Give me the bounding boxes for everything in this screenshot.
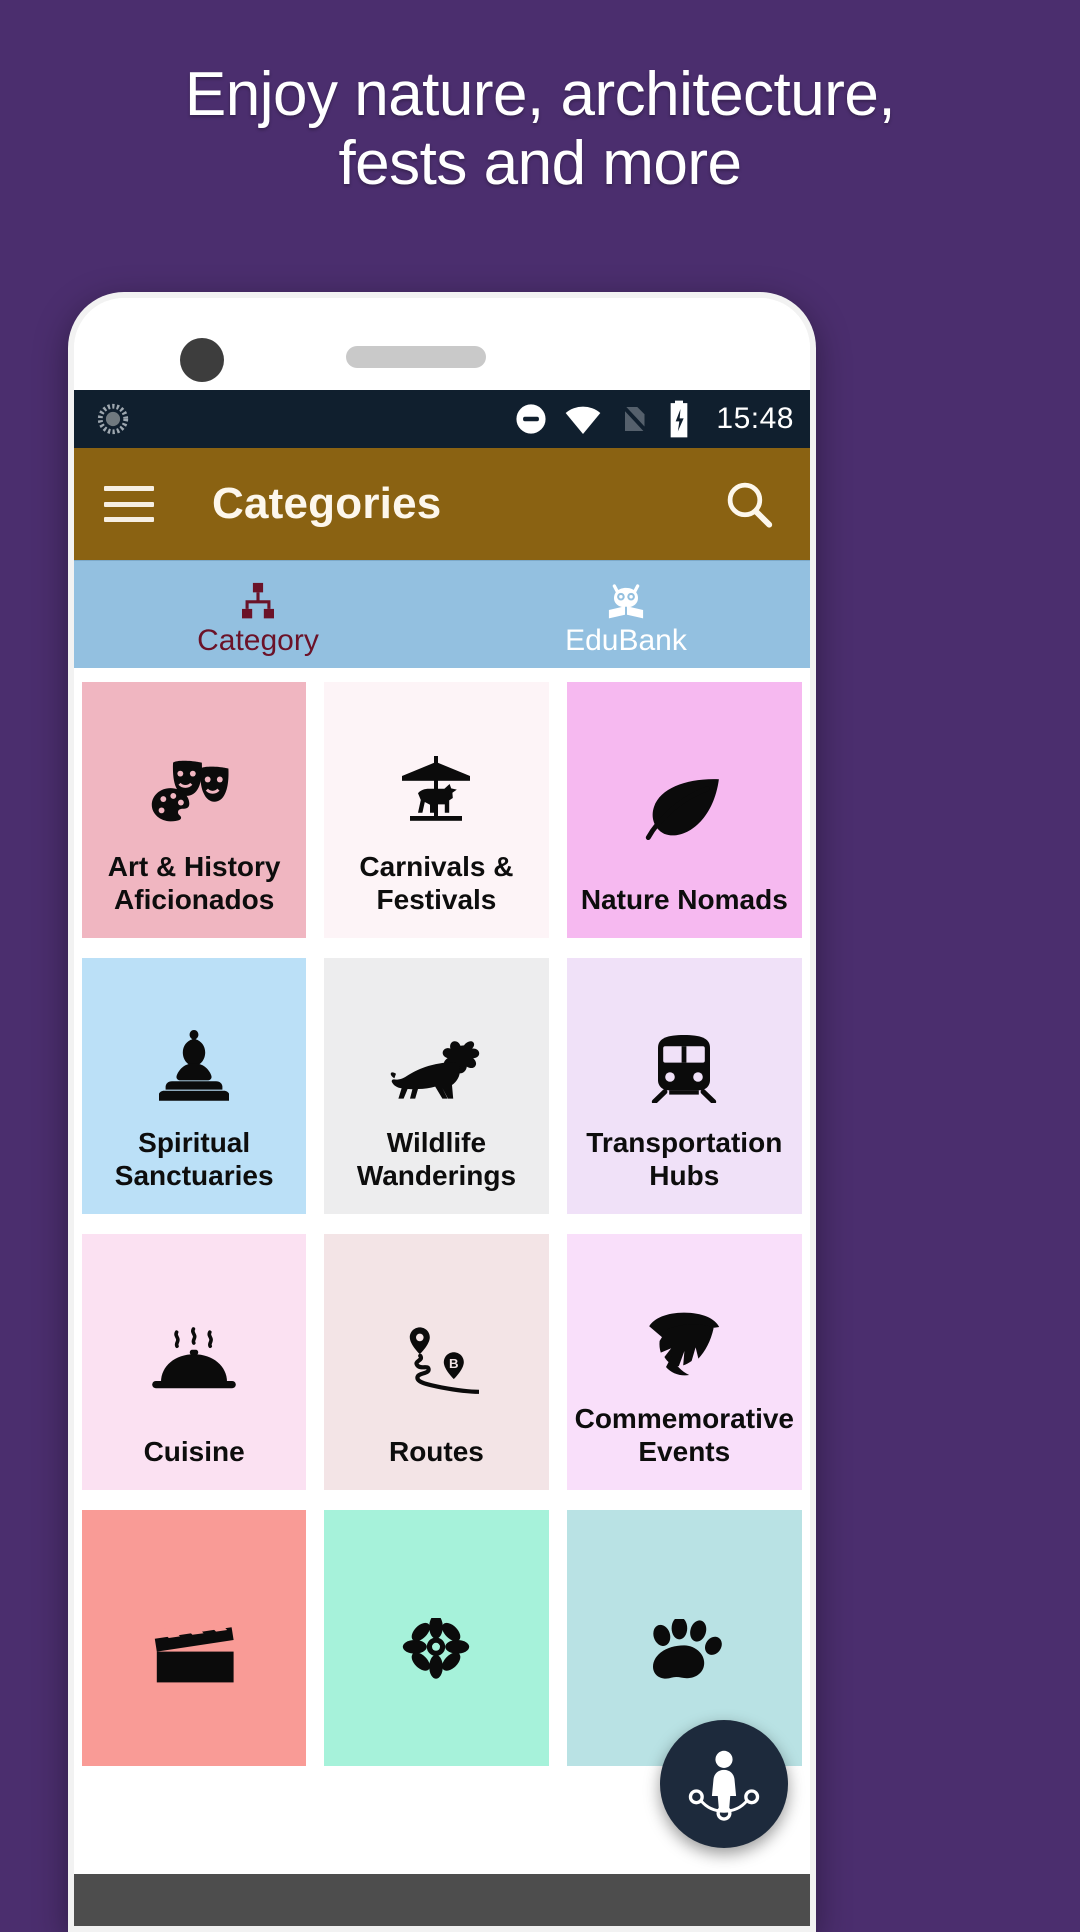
phone-bezel-top — [74, 298, 810, 390]
tab-category[interactable]: Category — [74, 561, 442, 668]
app-screen: 15:48 Categories Category EduBank Art & … — [74, 390, 810, 1926]
category-card[interactable]: B Routes — [324, 1234, 549, 1490]
page-title: Categories — [212, 479, 442, 528]
flower-icon — [332, 1560, 540, 1744]
phone-screen-frame: 15:48 Categories Category EduBank Art & … — [74, 298, 810, 1926]
person-network-icon — [685, 1743, 763, 1826]
carousel-icon — [332, 732, 540, 851]
category-card[interactable] — [324, 1510, 549, 1766]
hamburger-bar — [104, 501, 154, 507]
category-card[interactable]: Nature Nomads — [566, 682, 802, 938]
battery-charging-icon — [665, 399, 693, 439]
tab-category-label: Category — [197, 623, 319, 657]
sync-spinner-icon — [96, 402, 130, 436]
category-grid-container: Art & History Aficionados Carnivals & Fe… — [74, 668, 810, 1926]
category-card[interactable] — [82, 1510, 307, 1766]
person-network-fab-button[interactable] — [660, 1720, 788, 1848]
leaf-icon — [575, 732, 794, 884]
headline-line-1: Enjoy nature, architecture, — [184, 60, 896, 129]
category-card-label: Routes — [388, 1435, 484, 1467]
category-card-label: Transportation Hubs — [586, 1127, 783, 1191]
earpiece-speaker — [346, 346, 486, 368]
status-bar-left — [96, 402, 130, 436]
tab-edubank-label: EduBank — [565, 623, 687, 657]
sitemap-hierarchy-icon — [236, 580, 280, 624]
tab-bar: Category EduBank — [74, 560, 810, 668]
food-cloche-icon — [90, 1284, 298, 1436]
clapperboard-icon — [90, 1560, 298, 1744]
status-bar-clock: 15:48 — [716, 402, 794, 435]
front-camera-icon — [180, 338, 224, 382]
lion-icon — [332, 1008, 540, 1127]
category-card-label: Carnivals & Festivals — [359, 851, 514, 915]
category-card-label: Commemorative Events — [574, 1403, 794, 1467]
category-card[interactable]: Transportation Hubs — [566, 958, 802, 1214]
status-bar-right: 15:48 — [512, 399, 794, 439]
train-icon — [575, 1008, 794, 1127]
theater-masks-palette-icon — [90, 732, 298, 851]
svg-text:B: B — [449, 1356, 459, 1371]
category-card-label: Wildlife Wanderings — [356, 1127, 517, 1191]
wifi-icon — [563, 399, 603, 439]
category-card-label: Spiritual Sanctuaries — [114, 1127, 274, 1191]
category-grid: Art & History Aficionados Carnivals & Fe… — [82, 682, 802, 1766]
category-card[interactable]: Art & History Aficionados — [82, 682, 307, 938]
category-card[interactable]: Cuisine — [82, 1234, 307, 1490]
no-sim-icon — [616, 401, 652, 437]
tab-edubank[interactable]: EduBank — [442, 561, 810, 668]
phone-mockup: 15:48 Categories Category EduBank Art & … — [68, 292, 816, 1932]
category-card-label: Nature Nomads — [580, 883, 788, 915]
do-not-disturb-icon — [512, 400, 550, 438]
route-a-to-b-icon: B — [332, 1284, 540, 1436]
hamburger-menu-icon[interactable] — [104, 486, 154, 522]
headline-line-2: fests and more — [338, 129, 742, 199]
category-card[interactable]: Spiritual Sanctuaries — [82, 958, 307, 1214]
search-icon[interactable] — [722, 477, 776, 531]
hamburger-bar — [104, 486, 154, 491]
buddha-icon — [90, 1008, 298, 1127]
owl-book-icon — [604, 580, 648, 624]
category-card[interactable]: Commemorative Events — [566, 1234, 802, 1490]
category-card[interactable]: Wildlife Wanderings — [324, 958, 549, 1214]
category-card-label: Art & History Aficionados — [107, 851, 281, 915]
paw-print-icon — [575, 1560, 794, 1744]
spartan-helmet-icon — [575, 1284, 794, 1403]
android-status-bar: 15:48 — [74, 390, 810, 448]
category-card[interactable]: Carnivals & Festivals — [324, 682, 549, 938]
promo-headline: Enjoy nature, architecture, fests and mo… — [0, 60, 1080, 199]
hamburger-bar — [104, 517, 154, 522]
category-card[interactable] — [566, 1510, 802, 1766]
android-navigation-bar — [74, 1874, 810, 1926]
category-card-label: Cuisine — [143, 1435, 245, 1467]
app-toolbar: Categories — [74, 448, 810, 560]
